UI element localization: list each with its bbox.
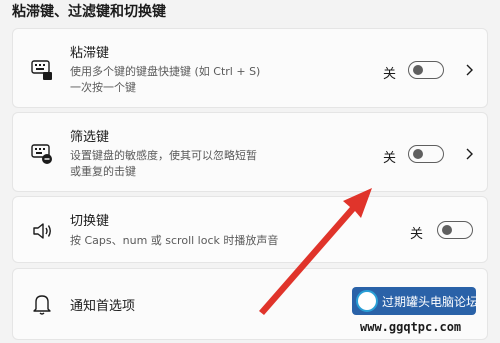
toggle-knob (442, 225, 452, 235)
bell-icon (33, 295, 51, 315)
filter-keys-card[interactable]: 筛选键 设置键盘的敏感度，使其可以忽略短暂 或重复的击键 关 (12, 112, 488, 192)
sticky-keys-card[interactable]: 粘滞键 使用多个键的键盘快捷键 (如 Ctrl + S) 一次按一个键 关 (12, 28, 488, 108)
toggle-keys-state: 关 (410, 227, 424, 242)
chevron-right-icon[interactable] (464, 63, 474, 77)
speaker-icon (33, 223, 51, 239)
filter-keys-title: 筛选键 (70, 130, 110, 145)
watermark-url: www.ggqtpc.com (360, 320, 462, 334)
filter-keys-desc-2: 或重复的击键 (70, 165, 136, 178)
notification-preferences-title: 通知首选项 (70, 299, 136, 314)
watermark-text: 过期罐头电脑论坛 (382, 295, 479, 309)
sticky-keys-toggle[interactable] (408, 61, 444, 79)
toggle-keys-card: 切换键 按 Caps、num 或 scroll lock 时播放声音 关 (12, 196, 488, 263)
filter-keys-desc: 设置键盘的敏感度，使其可以忽略短暂 (70, 149, 257, 162)
toggle-keys-title: 切换键 (70, 214, 110, 229)
section-title: 粘滞键、过滤键和切换键 (12, 4, 166, 20)
filter-keys-icon (31, 144, 52, 164)
toggle-knob (413, 149, 423, 159)
sticky-keys-desc-2: 一次按一个键 (70, 81, 136, 94)
sticky-keys-state: 关 (383, 67, 397, 82)
filter-keys-state: 关 (383, 151, 397, 166)
sticky-keys-desc: 使用多个键的键盘快捷键 (如 Ctrl + S) (70, 65, 261, 78)
sticky-keys-icon (31, 60, 52, 80)
sticky-keys-title: 粘滞键 (70, 46, 110, 61)
toggle-keys-toggle[interactable] (437, 221, 473, 239)
chevron-right-icon[interactable] (464, 147, 474, 161)
filter-keys-toggle[interactable] (408, 145, 444, 163)
forum-logo-icon (356, 290, 378, 312)
watermark-badge: 过期罐头电脑论坛 (352, 287, 479, 315)
toggle-keys-desc: 按 Caps、num 或 scroll lock 时播放声音 (70, 234, 279, 247)
toggle-knob (413, 65, 423, 75)
